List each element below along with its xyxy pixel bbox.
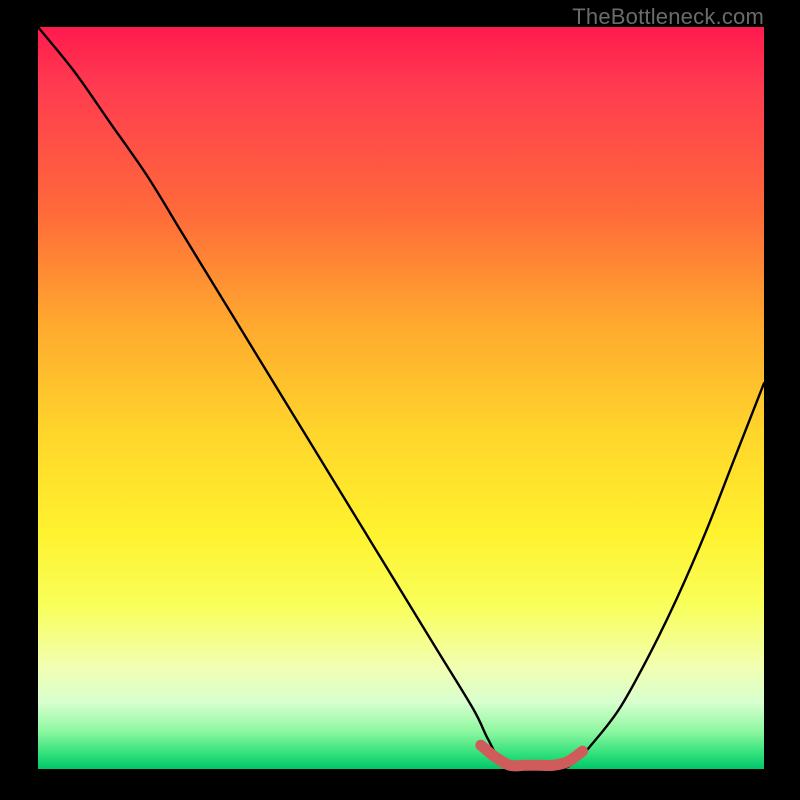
- bottleneck-curve: [38, 27, 764, 770]
- chart-overlay: [38, 27, 764, 769]
- chart-frame: TheBottleneck.com: [0, 0, 800, 800]
- watermark-text: TheBottleneck.com: [572, 4, 764, 30]
- optimal-range-marker: [481, 745, 583, 766]
